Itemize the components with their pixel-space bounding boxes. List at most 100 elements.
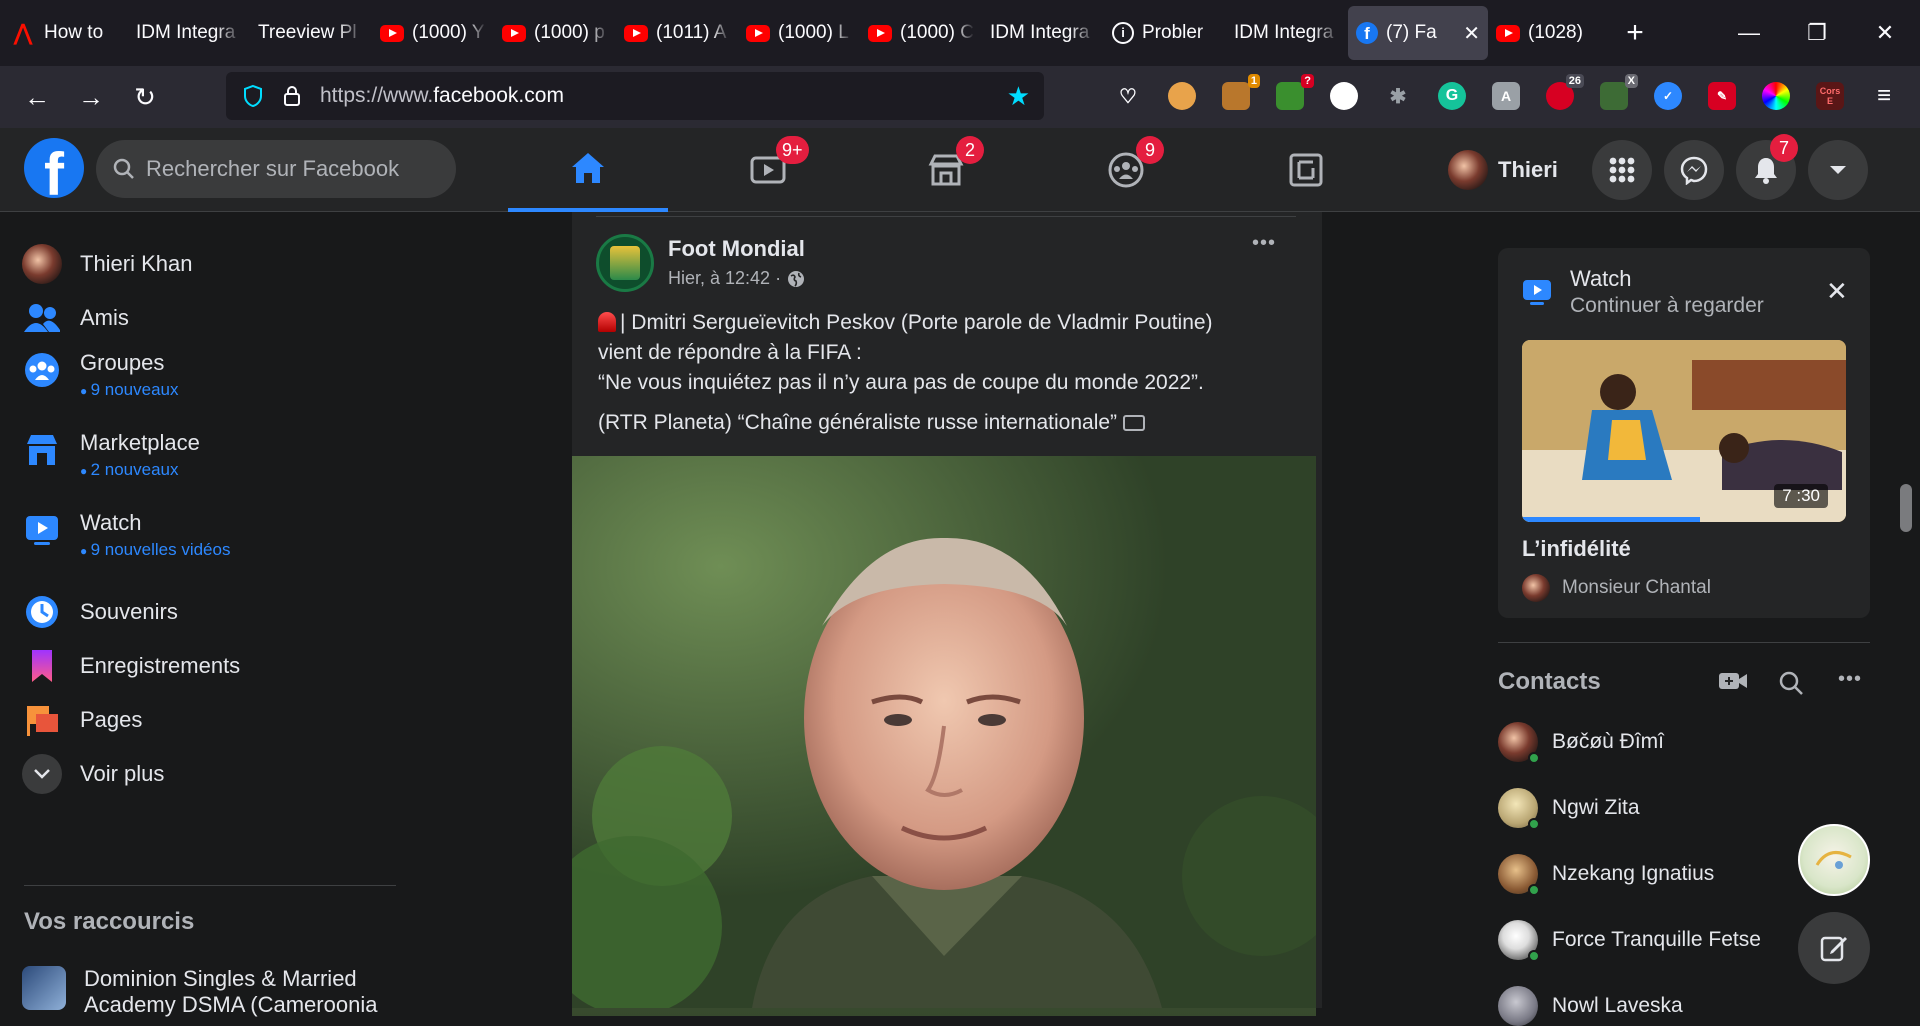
browser-tab[interactable]: IDM Integra [128,6,250,60]
avatar [22,244,62,284]
menu-grid-button[interactable] [1592,140,1652,200]
tab-watch[interactable]: 9+ [688,128,848,212]
shortcut-item[interactable]: Dominion Singles & Married Academy DSMA (… [22,966,377,1018]
account-menu-button[interactable] [1808,140,1868,200]
video-channel[interactable]: Monsieur Chantal [1522,574,1711,602]
sidebar-item-friends[interactable]: Amis [22,298,129,338]
watch-panel-title: Watch [1570,266,1632,291]
check-extension-icon[interactable]: ✓ [1654,82,1682,110]
ublock-icon[interactable]: 26 [1546,74,1584,110]
contact-item[interactable]: Ngwi Zita [1498,788,1640,830]
video-call-icon[interactable] [1718,670,1748,692]
lock-icon[interactable] [282,84,302,108]
sidebar-item-profile[interactable]: Thieri Khan [22,244,193,284]
extension-avatar-icon[interactable] [1168,82,1196,110]
contact-item[interactable]: Bøčøù Đîmî [1498,722,1664,764]
bookmark-star-icon[interactable]: ★ [1007,81,1030,112]
browser-tab[interactable]: IDM Integra [1226,6,1348,60]
browser-tab[interactable]: i Probler [1104,6,1226,60]
download-extension-icon[interactable]: ? [1276,74,1314,110]
video-title[interactable]: L’infidélité [1522,536,1631,562]
cors-extension-icon[interactable]: Cors E [1816,82,1844,110]
browser-tab[interactable]: (1028) [1488,6,1610,60]
divider [24,885,396,886]
close-tab-icon[interactable]: ✕ [1463,21,1480,46]
adobe-icon: ⋀ [14,20,33,45]
globe-icon [788,270,805,287]
shortcuts-title: Vos raccourcis [24,908,195,935]
reload-icon[interactable]: ↻ [118,70,172,124]
contacts-more-button[interactable]: ••• [1838,668,1862,691]
browser-tab[interactable]: (1011) A [616,6,738,60]
scrollbar-thumb[interactable] [1900,484,1912,532]
post-more-button[interactable]: ••• [1252,232,1276,255]
search-input[interactable] [146,156,436,182]
post-photo[interactable] [542,456,1342,1016]
caf-logo-icon [610,246,640,280]
tab-home[interactable] [508,128,668,212]
watch-icon [22,510,62,550]
watch-continue-panel: Watch Continuer à regarder ✕ 7 :30 L’inf… [1498,248,1870,618]
facebook-logo[interactable]: f [24,138,84,198]
window-close-button[interactable]: ✕ [1852,0,1918,66]
notification-badge: 7 [1770,134,1798,162]
search-box[interactable] [96,140,456,198]
sidebar-item-memories[interactable]: Souvenirs [22,592,178,632]
contact-item[interactable]: Nzekang Ignatius [1498,854,1714,896]
address-bar[interactable]: https://www.facebook.com ★ [226,72,1044,120]
youtube-icon [502,24,526,42]
bug-icon[interactable]: ✱ [1384,82,1412,110]
browser-tab-active[interactable]: f (7) Fa ✕ [1348,6,1488,60]
browser-tab[interactable]: IDM Integra [982,6,1104,60]
page-avatar[interactable] [596,234,654,292]
page-name[interactable]: Foot Mondial [668,236,805,262]
tab-marketplace[interactable]: 2 [866,128,1026,212]
back-arrow-icon[interactable]: ← [10,70,64,124]
avatar [1498,986,1538,1026]
online-indicator [1528,752,1540,764]
url-text[interactable]: https://www.facebook.com [320,84,989,108]
notifications-button[interactable]: 7 [1736,134,1798,200]
color-picker-icon[interactable] [1330,82,1358,110]
menu-icon[interactable]: ≡ [1870,82,1898,110]
sidebar-item-pages[interactable]: Pages [22,700,142,740]
see-more-button[interactable]: Voir plus [22,754,164,794]
browser-tab[interactable]: (1000) Y [372,6,494,60]
tab-groups[interactable]: 9 [1046,128,1206,212]
profile-button[interactable]: Thieri [1448,146,1558,194]
close-icon[interactable]: ✕ [1826,276,1848,307]
contact-item[interactable]: Force Tranquille Fetse [1498,920,1761,962]
messenger-button[interactable] [1664,140,1724,200]
new-tab-button[interactable]: + [1610,16,1660,50]
browser-tab[interactable]: ⋀ How to [6,6,128,60]
sidebar-item-watch[interactable]: Watch9 nouvelles vidéos [22,510,230,560]
pen-extension-icon[interactable]: ✎ [1708,82,1736,110]
shield-icon[interactable] [242,84,264,108]
video-progress-bar [1522,517,1701,522]
divider [1498,642,1870,643]
extension-icon[interactable]: 1 [1222,74,1260,110]
new-message-button[interactable] [1798,912,1870,984]
sidebar-item-groups[interactable]: Groupes9 nouveaux [22,350,179,400]
browser-tab[interactable]: (1000) C [860,6,982,60]
pocket-icon[interactable]: ♡ [1114,82,1142,110]
browser-tab[interactable]: Treeview Pl [250,6,372,60]
restore-button[interactable]: ❐ [1784,0,1850,66]
minimize-button[interactable]: — [1716,0,1782,66]
video-thumbnail[interactable]: 7 :30 [1522,340,1846,522]
sidebar-item-marketplace[interactable]: Marketplace2 nouveaux [22,430,200,480]
chat-head-avatar[interactable] [1798,824,1870,896]
contact-item[interactable]: Nowl Laveska [1498,986,1683,1026]
extension-icon[interactable]: X [1600,74,1638,110]
browser-tab[interactable]: (1000) p [494,6,616,60]
post-timestamp[interactable]: Hier, à 12:42 · [668,268,805,289]
font-extension-icon[interactable]: A [1492,82,1520,110]
color-wheel-icon[interactable] [1762,82,1790,110]
browser-tab[interactable]: (1000) L [738,6,860,60]
tab-gaming[interactable] [1226,128,1386,212]
search-icon[interactable] [1778,670,1804,696]
sidebar-item-saved[interactable]: Enregistrements [22,646,240,686]
forward-arrow-icon[interactable]: → [64,70,118,124]
grammarly-icon[interactable]: G [1438,82,1466,110]
youtube-icon [1496,24,1520,42]
